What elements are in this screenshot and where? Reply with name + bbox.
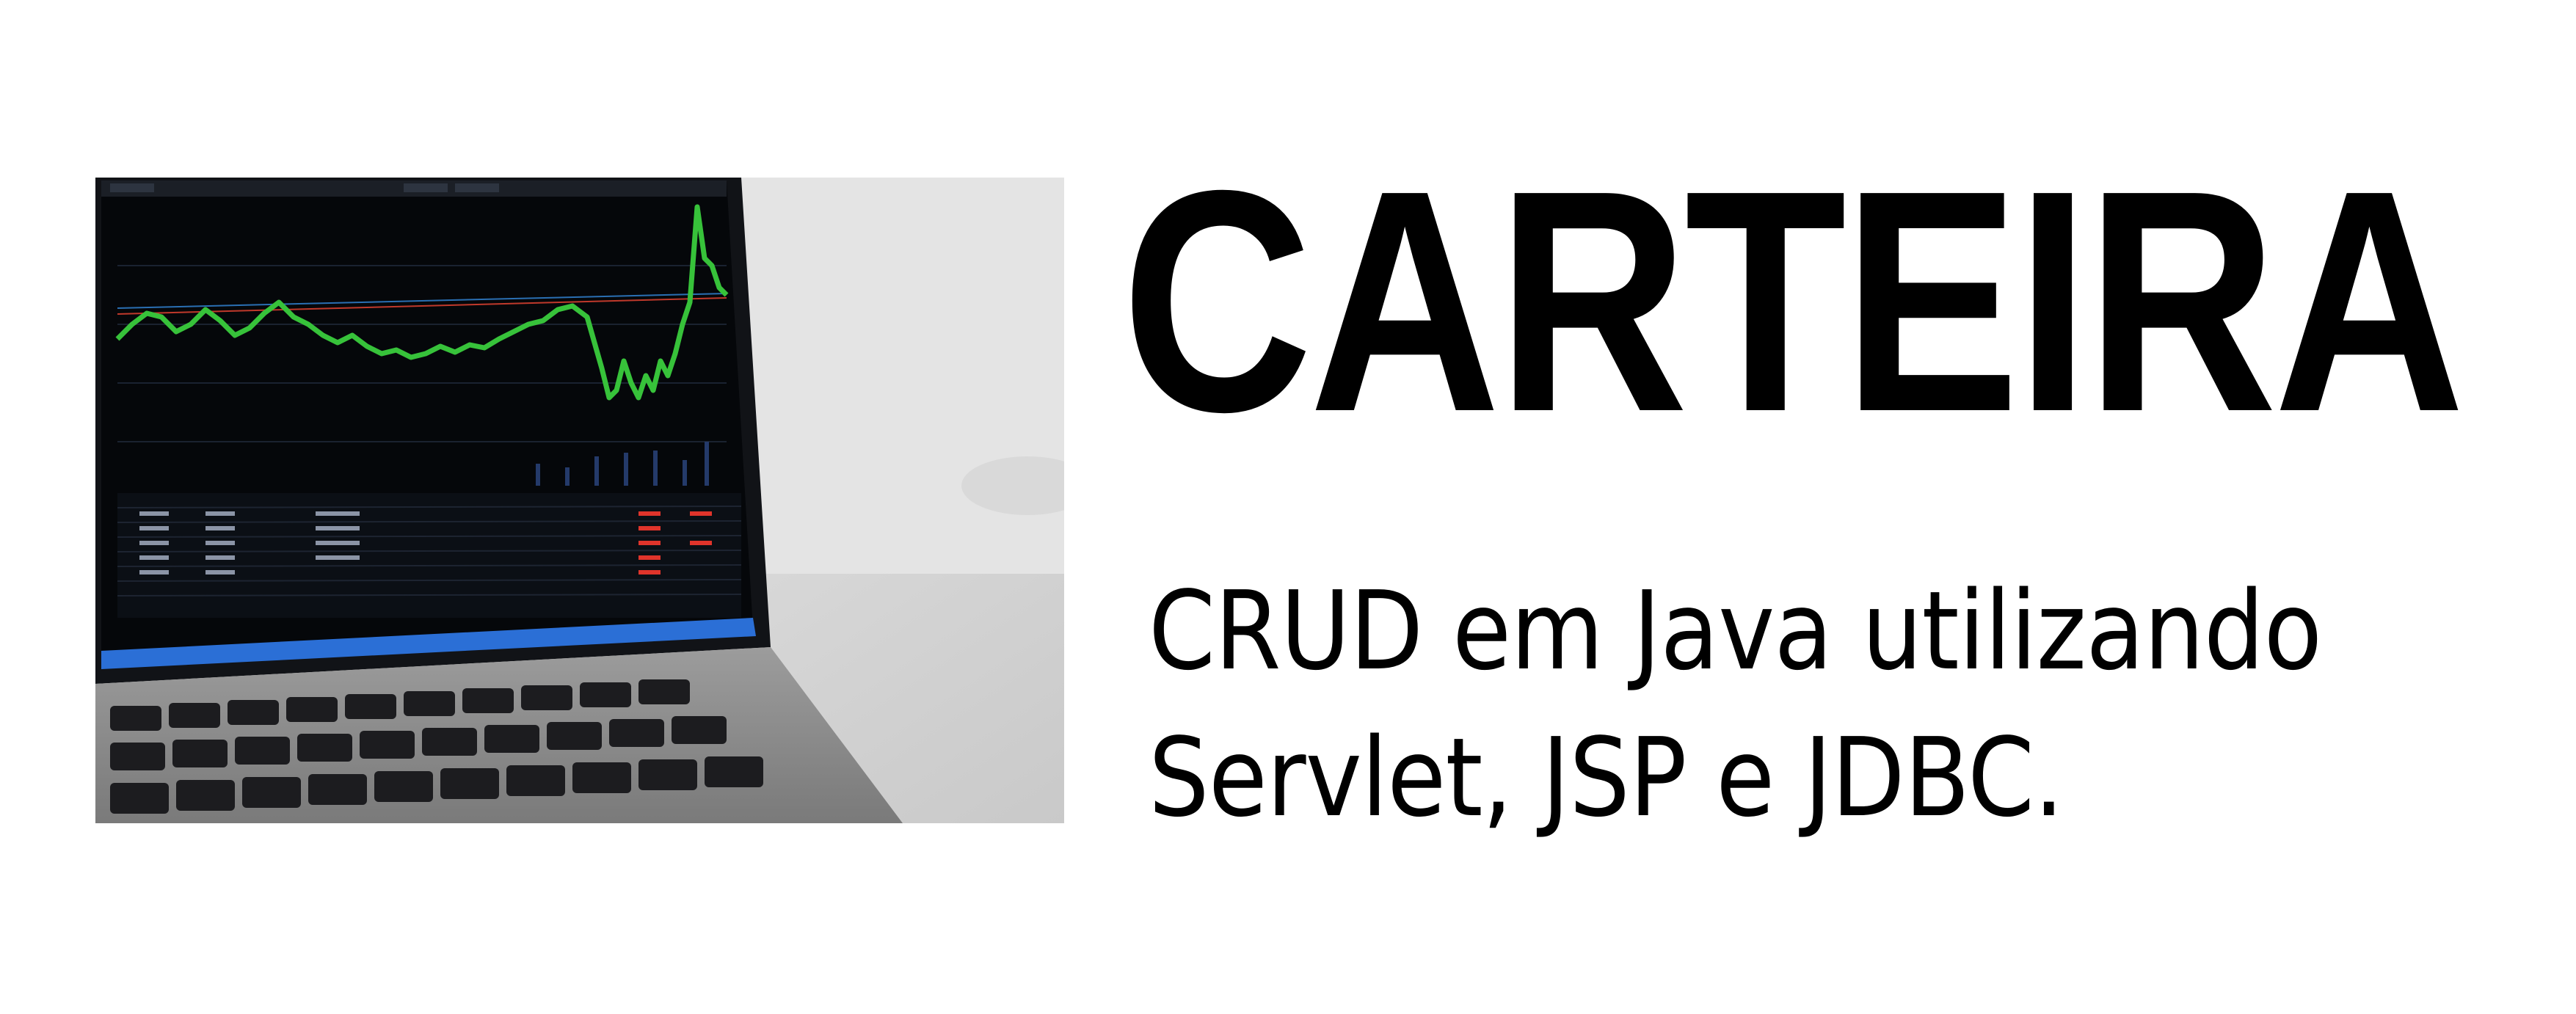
subtitle-line-2: Servlet, JSP e JDBC. xyxy=(1149,715,2064,841)
page-subtitle: CRUD em Java utilizando Servlet, JSP e J… xyxy=(1149,558,2376,851)
laptop-chart-illustration xyxy=(95,178,1064,823)
subtitle-line-1: CRUD em Java utilizando xyxy=(1149,568,2322,694)
laptop-photo xyxy=(95,178,1064,823)
page-title: CARTEIRA xyxy=(1121,125,2465,478)
